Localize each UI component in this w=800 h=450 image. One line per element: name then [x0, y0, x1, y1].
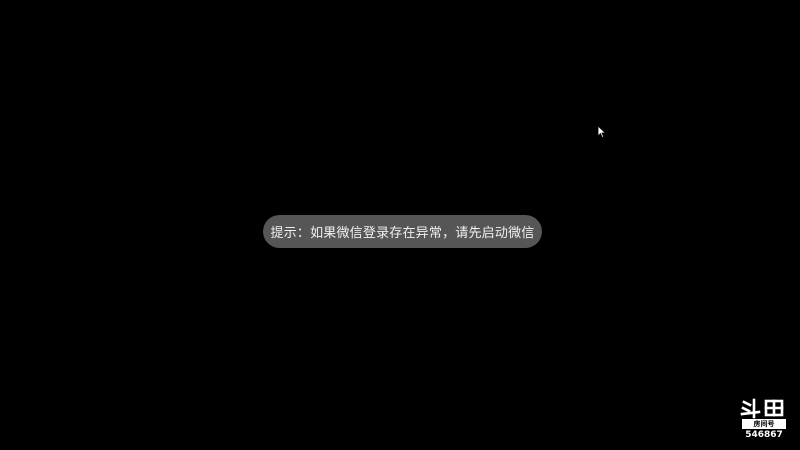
watermark-label: 房间号 — [753, 420, 775, 428]
toast-notification: 提示：如果微信登录存在异常，请先启动微信 — [263, 215, 542, 248]
douyu-logo-icon: 房间号 546867 — [740, 398, 788, 440]
watermark-room-id: 546867 — [745, 430, 783, 440]
screen: 提示：如果微信登录存在异常，请先启动微信 房间号 546867 — [0, 0, 800, 450]
toast-message: 提示：如果微信登录存在异常，请先启动微信 — [270, 226, 535, 241]
mouse-pointer-icon — [597, 124, 607, 139]
